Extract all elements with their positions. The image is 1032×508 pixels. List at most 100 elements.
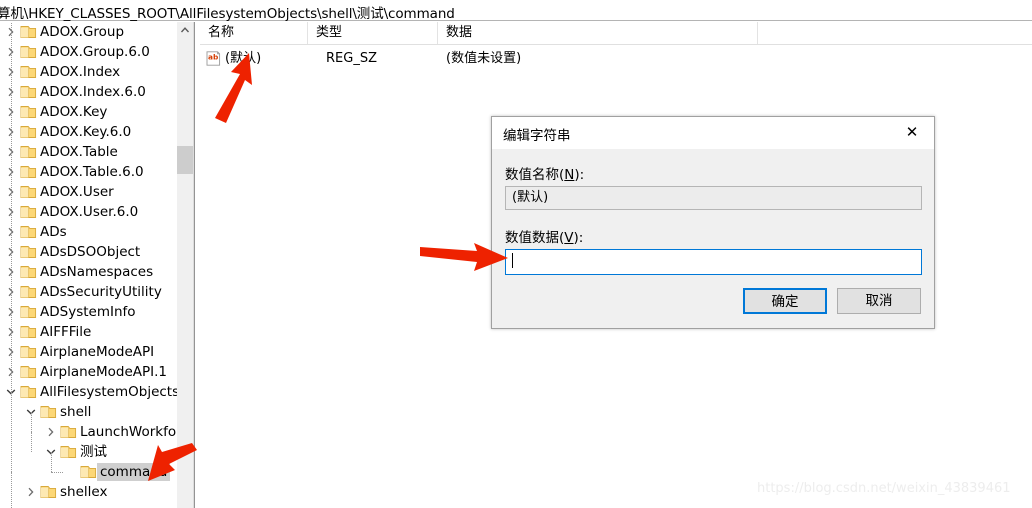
tree-item-label: AIFFFile [40, 324, 92, 340]
tree-item-adox-key[interactable]: ADOX.Key [0, 102, 177, 122]
cancel-button[interactable]: 取消 [837, 288, 921, 314]
tree-item-shellex[interactable]: shellex [0, 482, 177, 502]
tree-item-label: ADOX.Table [40, 144, 118, 160]
registry-tree-pane[interactable]: ADOX.Group ADOX.Group.6.0 ADOX.Index ADOX.I… [0, 22, 177, 508]
values-list-header: 名称 类型 数据 [200, 22, 1032, 45]
tree-item-adox-user[interactable]: ADOX.User [0, 182, 177, 202]
watermark-text: https://blog.csdn.net/weixin_43839461 [757, 481, 1011, 496]
dialog-title-bar[interactable]: 编辑字符串 ✕ [492, 117, 934, 149]
chevron-right-icon[interactable] [24, 485, 38, 499]
tree-item-label: ADsSecurityUtility [40, 284, 162, 300]
tree-item-label: command [97, 463, 171, 481]
tree-item-label: ADs [40, 224, 67, 240]
tree-item-label: ADOX.Index.6.0 [40, 84, 146, 100]
folder-icon [20, 185, 37, 199]
tree-item-aifffile[interactable]: AIFFFile [0, 322, 177, 342]
tree-item-[interactable]: 测试 [0, 442, 177, 462]
cell-data: (数值未设置) [446, 51, 522, 66]
tree-item-airplanemodeapi-1[interactable]: AirplaneModeAPI.1 [0, 362, 177, 382]
folder-icon [20, 305, 37, 319]
tree-item-label: ADsNamespaces [40, 264, 154, 280]
tree-item-command[interactable]: command [0, 462, 177, 482]
value-name-input: (默认) [505, 186, 922, 210]
folder-icon [20, 245, 37, 259]
folder-icon [20, 385, 37, 399]
tree-item-adsysteminfo[interactable]: ADSystemInfo [0, 302, 177, 322]
column-header-type[interactable]: 类型 [308, 22, 438, 44]
tree-item-adox-table[interactable]: ADOX.Table [0, 142, 177, 162]
close-icon[interactable]: ✕ [890, 117, 934, 148]
folder-icon [20, 145, 37, 159]
tree-item-label: AirplaneModeAPI.1 [40, 364, 168, 380]
tree-item-label: ADSystemInfo [40, 304, 136, 320]
chevron-right-icon[interactable] [44, 425, 58, 439]
value-name-label: 数值名称(N): [505, 167, 585, 183]
table-row[interactable]: ab (默认) REG_SZ (数值未设置) [200, 48, 1032, 70]
tree-item-label: AllFilesystemObjects [40, 384, 177, 400]
tree-item-adox-key-6-0[interactable]: ADOX.Key.6.0 [0, 122, 177, 142]
folder-icon [60, 425, 77, 439]
svg-text:ab: ab [208, 53, 218, 62]
tree-item-label: ADOX.Index [40, 64, 121, 80]
address-path-text: 算机\HKEY_CLASSES_ROOT\AllFilesystemObject… [0, 6, 455, 22]
tree-item-adox-table-6-0[interactable]: ADOX.Table.6.0 [0, 162, 177, 182]
tree-item-launchworkfolder[interactable]: LaunchWorkfolder [0, 422, 177, 442]
string-value-icon: ab [206, 51, 221, 66]
tree-item-adsnamespaces[interactable]: ADsNamespaces [0, 262, 177, 282]
folder-icon [80, 465, 97, 479]
address-bar[interactable]: 算机\HKEY_CLASSES_ROOT\AllFilesystemObject… [0, 0, 1032, 22]
tree-item-label: shellex [60, 484, 108, 500]
folder-icon [40, 405, 57, 419]
tree-item-shell[interactable]: shell [0, 402, 177, 422]
tree-item-label: ADOX.Key [40, 104, 108, 120]
tree-item-ads[interactable]: ADs [0, 222, 177, 242]
dialog-title: 编辑字符串 [503, 128, 571, 144]
tree-item-label: ADOX.Table.6.0 [40, 164, 144, 180]
tree-item-adsdsoobject[interactable]: ADsDSOObject [0, 242, 177, 262]
folder-icon [20, 325, 37, 339]
folder-icon [20, 125, 37, 139]
folder-icon [20, 265, 37, 279]
tree-item-label: 测试 [80, 444, 107, 460]
tree-item-airplanemodeapi[interactable]: AirplaneModeAPI [0, 342, 177, 362]
tree-vertical-scrollbar[interactable] [177, 22, 194, 508]
tree-item-adox-group[interactable]: ADOX.Group [0, 22, 177, 42]
tree-guide-root [11, 22, 12, 508]
tree-item-adssecurityutility[interactable]: ADsSecurityUtility [0, 282, 177, 302]
tree-item-adox-index-6-0[interactable]: ADOX.Index.6.0 [0, 82, 177, 102]
cell-name: (默认) [225, 51, 262, 66]
tree-item-label: ADOX.Group.6.0 [40, 44, 150, 60]
scroll-up-icon[interactable] [177, 22, 193, 39]
folder-icon [20, 345, 37, 359]
column-header-data[interactable]: 数据 [438, 22, 758, 44]
tree-guide-elbow [51, 472, 63, 473]
folder-icon [20, 165, 37, 179]
tree-item-adox-index[interactable]: ADOX.Index [0, 62, 177, 82]
ok-button[interactable]: 确定 [743, 288, 827, 314]
folder-icon [20, 285, 37, 299]
tree-item-label: ADsDSOObject [40, 244, 141, 260]
tree-item-label: LaunchWorkfolder [80, 424, 177, 440]
folder-icon [20, 105, 37, 119]
folder-icon [20, 225, 37, 239]
edit-string-dialog[interactable]: 编辑字符串 ✕ 数值名称(N): (默认) 数值数据(V): 确定 取消 [491, 116, 935, 329]
tree-item-label: ADOX.User [40, 184, 114, 200]
tree-item-adox-user-6-0[interactable]: ADOX.User.6.0 [0, 202, 177, 222]
tree-guide-line [51, 452, 52, 472]
folder-icon [20, 45, 37, 59]
value-data-input[interactable] [505, 249, 922, 275]
tree-guide-line [31, 412, 32, 432]
tree-guide-line [31, 432, 32, 452]
value-data-label: 数值数据(V): [505, 230, 584, 246]
folder-icon [20, 365, 37, 379]
tree-item-label: AirplaneModeAPI [40, 344, 155, 360]
column-header-filler [758, 22, 1032, 44]
folder-icon [40, 485, 57, 499]
folder-icon [20, 85, 37, 99]
scrollbar-thumb[interactable] [177, 146, 193, 174]
column-header-name[interactable]: 名称 [200, 22, 308, 44]
tree-item-label: shell [60, 404, 92, 420]
tree-item-label: ADOX.User.6.0 [40, 204, 139, 220]
tree-item-allfilesystemobjects[interactable]: AllFilesystemObjects [0, 382, 177, 402]
tree-item-adox-group-6-0[interactable]: ADOX.Group.6.0 [0, 42, 177, 62]
